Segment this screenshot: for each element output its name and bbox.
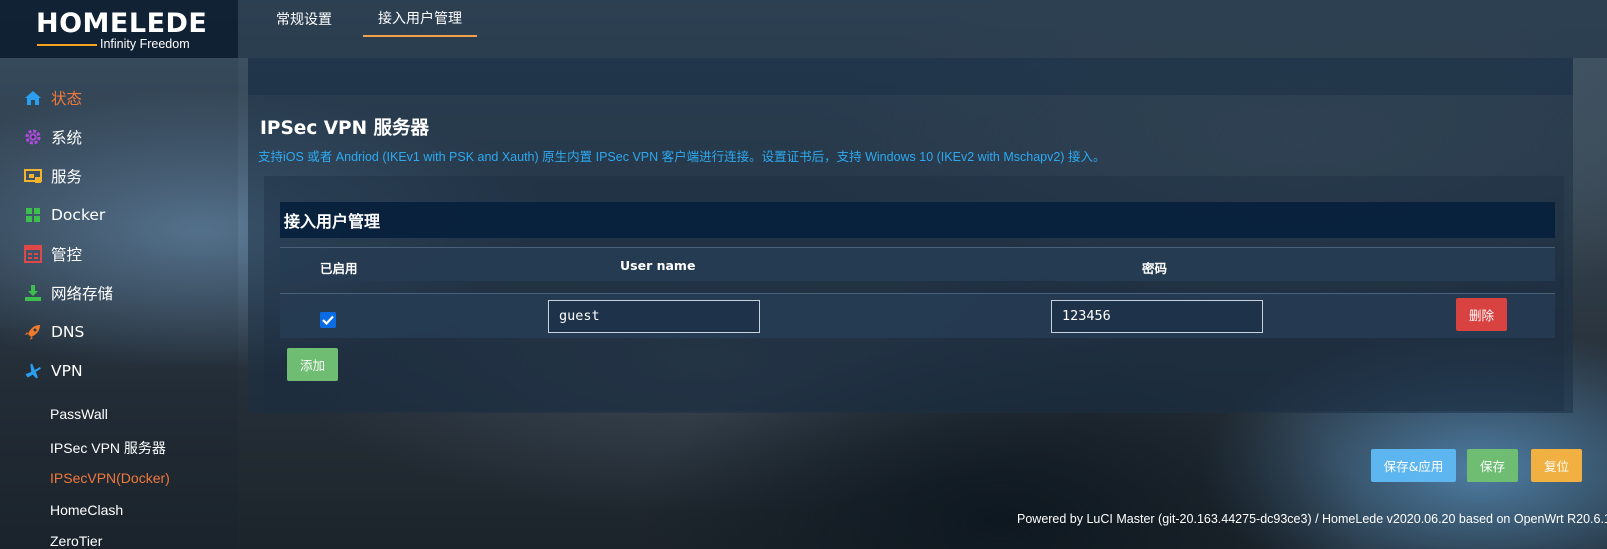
sidebar-item-label: Docker — [51, 206, 106, 224]
sidebar-item-services[interactable]: 服务 — [24, 164, 82, 188]
rocket-icon — [24, 323, 42, 341]
control-icon — [24, 245, 42, 263]
sidebar-item-docker[interactable]: Docker — [24, 203, 105, 227]
sidebar-subitem-homeclash[interactable]: HomeClash — [50, 502, 123, 518]
storage-icon — [24, 284, 42, 302]
section-title: 接入用户管理 — [284, 212, 381, 231]
column-header-password: 密码 — [1142, 261, 1168, 276]
sidebar-item-label: 系统 — [51, 129, 83, 147]
username-field[interactable]: guest — [548, 300, 760, 333]
page-title: IPSec VPN 服务器 — [260, 118, 430, 139]
sidebar-item-status[interactable]: 状态 — [24, 86, 82, 110]
sidebar-item-label: 管控 — [51, 246, 83, 264]
sidebar-subitem-zerotier[interactable]: ZeroTier — [50, 533, 102, 549]
home-icon — [24, 89, 42, 107]
plane-icon — [24, 362, 42, 380]
top-bar — [0, 0, 1607, 58]
sidebar-item-vpn[interactable]: VPN — [24, 359, 83, 383]
sidebar-item-system[interactable]: 系统 — [24, 125, 82, 149]
section-header — [280, 202, 1555, 238]
save-button[interactable]: 保存 — [1467, 449, 1518, 482]
services-icon — [24, 167, 42, 185]
sidebar-item-label: 服务 — [51, 168, 83, 186]
logo-wordmark: HOMELEDE — [36, 8, 208, 39]
footer-text: Powered by LuCI Master (git-20.163.44275… — [1017, 512, 1607, 526]
tab-general-settings[interactable]: 常规设置 — [262, 0, 346, 37]
sidebar-item-label: 状态 — [51, 90, 83, 108]
column-header-enabled: 已启用 — [320, 261, 358, 276]
table-row — [280, 293, 1555, 338]
delete-button[interactable]: 删除 — [1456, 298, 1507, 331]
logo-underline — [37, 44, 97, 46]
column-header-username: User name — [620, 258, 696, 273]
add-button[interactable]: 添加 — [287, 348, 338, 381]
password-field[interactable]: 123456 — [1051, 300, 1263, 333]
table-header — [280, 247, 1555, 281]
sidebar-item-dns[interactable]: DNS — [24, 320, 84, 344]
gear-icon — [24, 128, 42, 146]
page-description: 支持iOS 或者 Andriod (IKEv1 with PSK and Xau… — [258, 150, 1106, 164]
tab-user-management[interactable]: 接入用户管理 — [363, 0, 477, 37]
sidebar-item-control[interactable]: 管控 — [24, 242, 82, 266]
logo[interactable]: HOMELEDE Infinity Freedom — [0, 0, 238, 58]
logo-tagline: Infinity Freedom — [100, 37, 190, 51]
sidebar-item-label: VPN — [51, 362, 83, 380]
checkmark-icon — [322, 315, 334, 325]
sidebar-subitem-ipsecvpn-docker[interactable]: IPSecVPN(Docker) — [50, 470, 170, 486]
reset-button[interactable]: 复位 — [1531, 449, 1582, 482]
save-apply-button[interactable]: 保存&应用 — [1371, 449, 1456, 482]
docker-icon — [24, 206, 42, 224]
tab-bar — [248, 58, 1573, 95]
sidebar-item-label: 网络存储 — [51, 285, 114, 303]
sidebar-subitem-ipsec-vpn-server[interactable]: IPSec VPN 服务器 — [50, 438, 166, 458]
sidebar-item-label: DNS — [51, 323, 85, 341]
sidebar-item-storage[interactable]: 网络存储 — [24, 281, 113, 305]
sidebar-subitem-passwall[interactable]: PassWall — [50, 406, 108, 422]
enabled-checkbox[interactable] — [320, 312, 336, 328]
